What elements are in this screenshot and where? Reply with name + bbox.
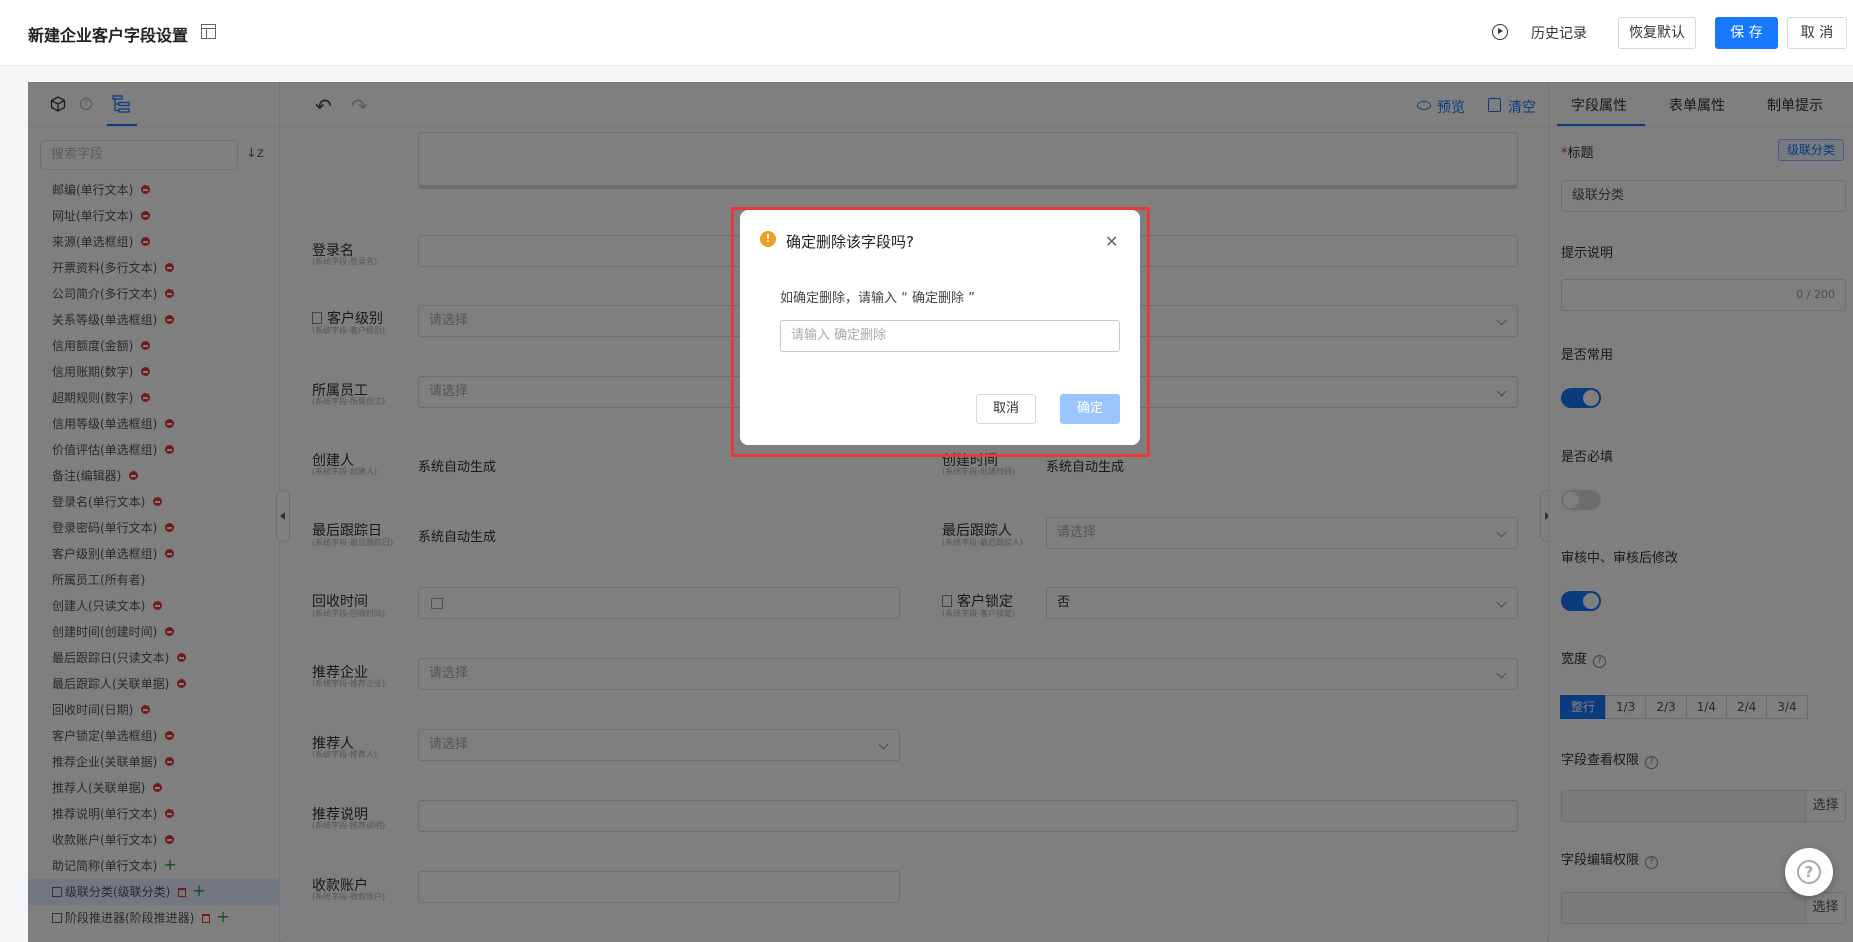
cancel-button[interactable]: 取 消 (1787, 17, 1847, 49)
page-title: 新建企业客户字段设置 (28, 26, 189, 45)
confirm-text-input[interactable]: 请输入 确定删除 (780, 320, 1120, 352)
save-button[interactable]: 保 存 (1715, 17, 1778, 49)
close-icon[interactable]: ✕ (1105, 232, 1118, 251)
warning-icon: ! (760, 231, 776, 247)
layout-icon[interactable] (201, 24, 216, 39)
question-icon: ? (1797, 860, 1821, 884)
delete-confirm-dialog: ! 确定删除该字段吗? ✕ 如确定删除，请输入 “ 确定删除 ” 请输入 确定删… (740, 210, 1140, 445)
floating-help-button[interactable]: ? (1785, 848, 1833, 896)
dialog-message: 如确定删除，请输入 “ 确定删除 ” (780, 291, 975, 306)
dialog-cancel-button[interactable]: 取消 (976, 394, 1036, 424)
play-icon[interactable] (1492, 24, 1508, 40)
dialog-ok-button[interactable]: 确定 (1060, 394, 1120, 424)
dialog-title: 确定删除该字段吗? (786, 233, 914, 251)
restore-default-button[interactable]: 恢复默认 (1618, 17, 1696, 49)
history-link[interactable]: 历史记录 (1531, 23, 1587, 43)
top-header: 新建企业客户字段设置 历史记录 恢复默认 保 存 取 消 (0, 0, 1853, 66)
